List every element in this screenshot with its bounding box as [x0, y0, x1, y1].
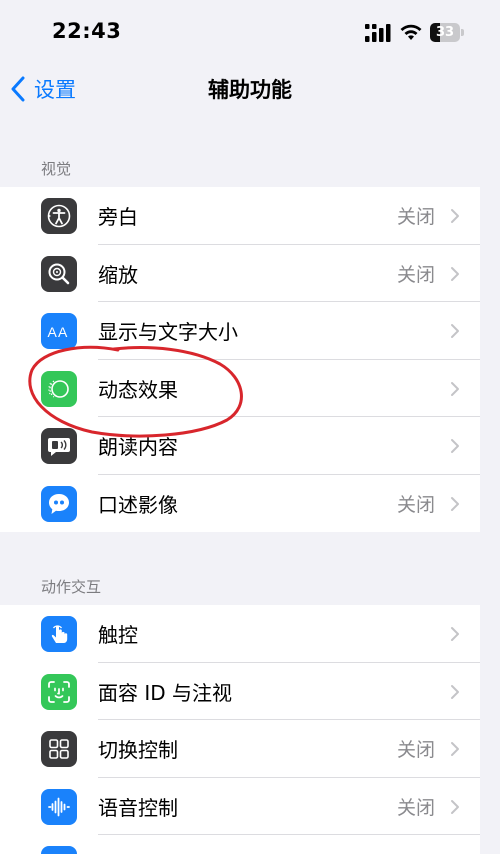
row-audio-descriptions-value: 关闭: [396, 493, 435, 516]
partial-row-icon: [41, 846, 77, 854]
row-voice-control[interactable]: 语音控制 关闭: [0, 778, 480, 835]
wifi-icon: [400, 24, 422, 40]
navigation-bar: 设置 辅助功能: [0, 66, 500, 112]
row-switch-control-value: 关闭: [396, 739, 435, 762]
row-spoken-content[interactable]: 朗读内容: [0, 417, 480, 475]
row-partial-next[interactable]: [0, 835, 480, 854]
chevron-right-icon: [451, 496, 459, 511]
battery-percentage: 33: [435, 25, 455, 40]
section-header-physical-motor: 动作交互: [41, 578, 102, 596]
row-display-text-size[interactable]: AA 显示与文字大小: [0, 302, 480, 360]
row-zoom[interactable]: 缩放 关闭: [0, 245, 480, 302]
row-zoom-value: 关闭: [396, 263, 435, 286]
motion-icon: [41, 370, 77, 407]
row-spoken-content-label: 朗读内容: [98, 435, 178, 460]
physical-motor-settings-group: 触控 面容 ID 与注视 切换控制 关闭 语音控制 关闭: [0, 605, 480, 854]
row-switch-control-label: 切换控制: [98, 738, 178, 763]
chevron-right-icon: [451, 439, 459, 453]
status-time: 22:43: [52, 19, 122, 43]
voice-control-icon: [41, 788, 77, 825]
spoken-content-icon: [41, 428, 77, 464]
chevron-right-icon: [451, 324, 459, 338]
row-switch-control[interactable]: 切换控制 关闭: [0, 720, 480, 778]
row-touch-label: 触控: [98, 623, 138, 648]
chevron-right-icon: [451, 266, 459, 281]
chevron-right-icon: [451, 627, 459, 641]
row-zoom-label: 缩放: [98, 262, 138, 287]
battery-icon: 33: [430, 23, 464, 42]
status-bar: 22:43 33: [0, 0, 500, 66]
row-display-text-size-label: 显示与文字大小: [98, 320, 238, 345]
audio-description-icon: [41, 485, 77, 522]
face-id-icon: [41, 673, 77, 710]
section-header-vision: 视觉: [41, 160, 72, 178]
row-audio-descriptions-label: 口述影像: [98, 492, 178, 517]
row-touch[interactable]: 触控: [0, 605, 480, 663]
chevron-right-icon: [451, 381, 459, 396]
row-face-id-attention-label: 面容 ID 与注视: [98, 680, 233, 705]
page-title: 辅助功能: [208, 78, 292, 102]
voiceover-icon: [41, 198, 77, 234]
row-motion-label: 动态效果: [98, 377, 178, 402]
row-audio-descriptions[interactable]: 口述影像 关闭: [0, 475, 480, 533]
row-voice-control-value: 关闭: [396, 796, 435, 819]
svg-text:A: A: [48, 324, 58, 340]
chevron-right-icon: [451, 742, 459, 756]
chevron-right-icon: [451, 684, 459, 699]
text-size-icon: AA: [41, 313, 77, 349]
vision-settings-group: 旁白 关闭 缩放 关闭 AA 显示与文字大小 动态效果 朗读内容 口述影像 关闭: [0, 187, 480, 532]
svg-text:A: A: [58, 324, 68, 340]
cellular-signal-icon: [365, 24, 391, 42]
chevron-right-icon: [451, 209, 459, 223]
switch-control-icon: [41, 731, 77, 767]
touch-icon: [41, 616, 77, 652]
chevron-right-icon: [451, 799, 459, 814]
row-voice-control-label: 语音控制: [98, 795, 178, 820]
row-motion[interactable]: 动态效果: [0, 360, 480, 417]
row-voiceover-label: 旁白: [98, 205, 138, 230]
row-face-id-attention[interactable]: 面容 ID 与注视: [0, 663, 480, 720]
zoom-icon: [41, 255, 77, 292]
row-voiceover-value: 关闭: [396, 206, 435, 229]
row-voiceover[interactable]: 旁白 关闭: [0, 187, 480, 245]
